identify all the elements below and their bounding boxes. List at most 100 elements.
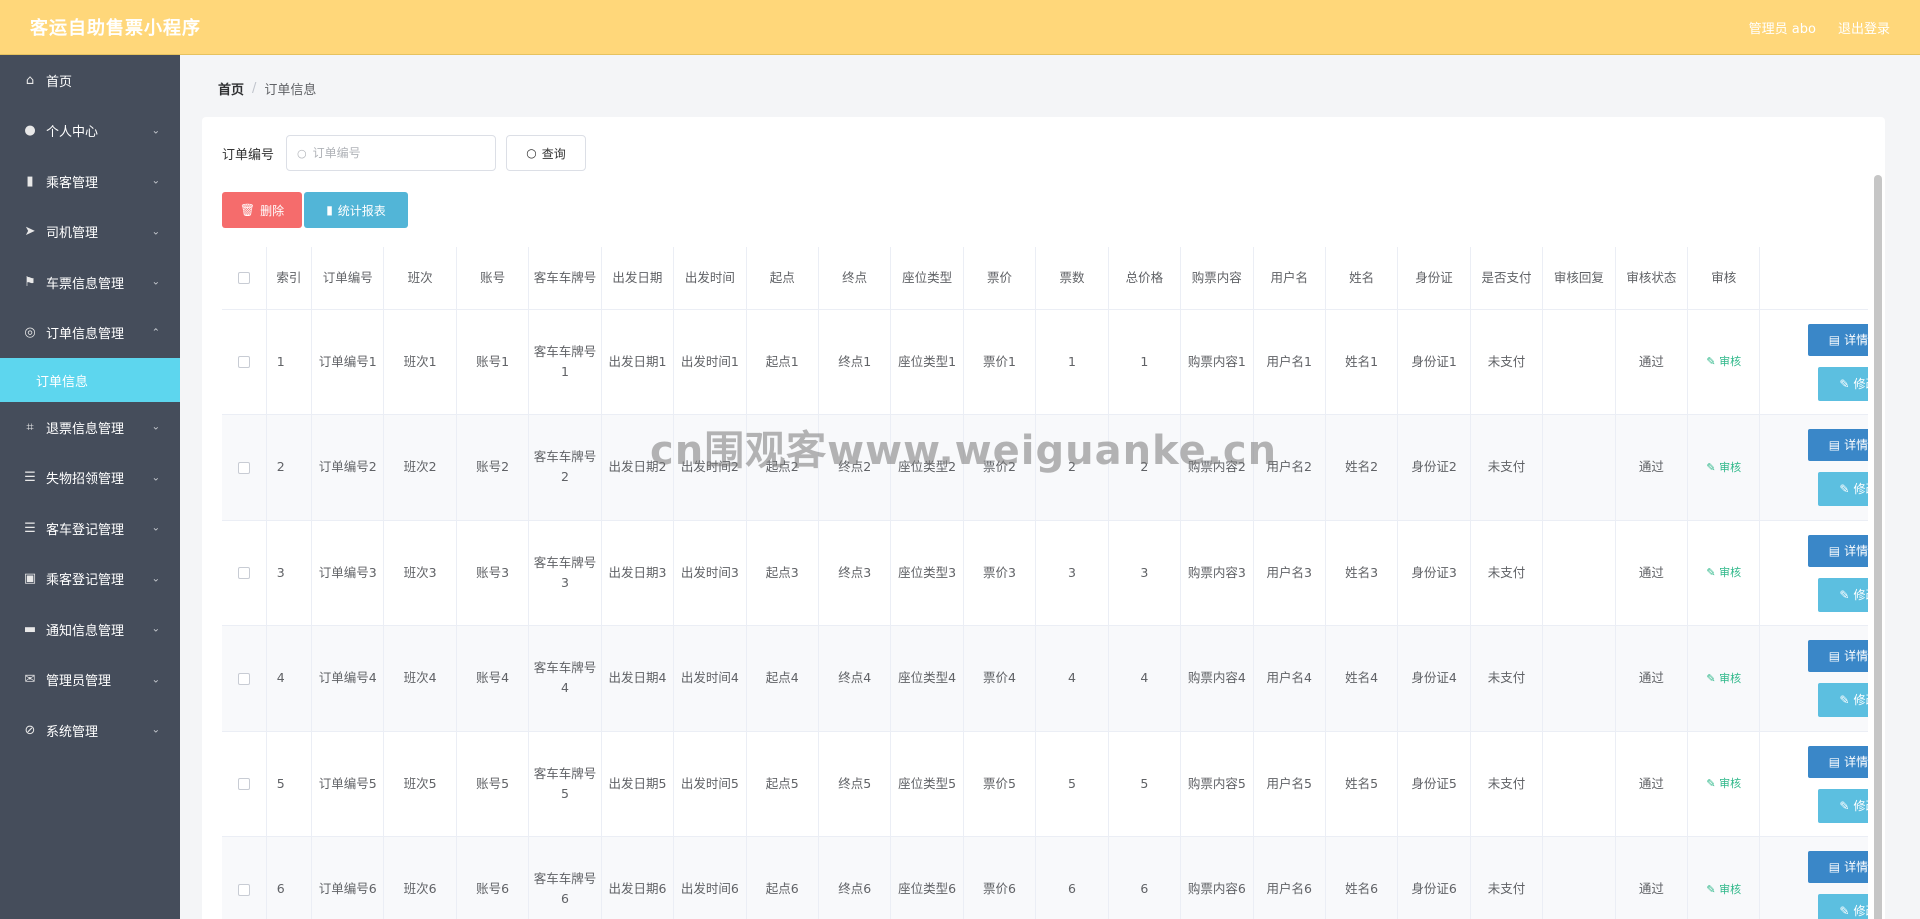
- select-all-checkbox[interactable]: [237, 272, 250, 285]
- column-header: 票数: [1035, 247, 1109, 310]
- detail-button[interactable]: ▤ 详情: [1808, 534, 1868, 567]
- row-select-cell[interactable]: [222, 731, 267, 837]
- table-row: 4 订单编号4 班次4 账号4 客车车牌号4 出发日期4 出发时间4 起点4 终点4 座位类型4 票…: [222, 625, 1868, 732]
- table-cell: 班次4: [383, 625, 457, 732]
- row-checkbox[interactable]: [237, 461, 250, 474]
- table-cell: 起点5: [746, 731, 819, 837]
- audit-link[interactable]: ✎ 审核: [1706, 672, 1741, 685]
- select-all-cell[interactable]: [222, 247, 267, 310]
- table-cell: 出发日期5: [601, 731, 675, 837]
- sidebar-item-system-mgmt[interactable]: ⊘ 系统管理 ⌄: [0, 705, 180, 756]
- row-checkbox[interactable]: [237, 778, 250, 791]
- table-cell: 账号4: [456, 625, 530, 732]
- chevron-down-icon: ⌄: [151, 175, 160, 187]
- row-checkbox[interactable]: [237, 567, 250, 580]
- detail-button[interactable]: ▤ 详情: [1808, 851, 1868, 883]
- row-checkbox[interactable]: [237, 883, 250, 896]
- sidebar-item-ticket-info[interactable]: ⚑ 车票信息管理 ⌄: [0, 257, 180, 308]
- admin-name-link[interactable]: 管理员 abo: [1749, 18, 1816, 37]
- table-cell: 身份证1: [1397, 309, 1471, 415]
- table-cell: 座位类型4: [890, 625, 964, 732]
- row-select-cell[interactable]: [222, 309, 267, 415]
- edit-button[interactable]: ✎修改: [1818, 472, 1868, 506]
- search-label: 订单编号: [222, 147, 275, 163]
- order-number-input[interactable]: [312, 146, 473, 160]
- sidebar-item-notice-info[interactable]: ▬ 通知信息管理 ⌄: [0, 604, 180, 655]
- sidebar-item-passenger-registration[interactable]: ▣ 乘客登记管理 ⌄: [0, 554, 180, 605]
- detail-button[interactable]: ▤ 详情: [1808, 640, 1868, 672]
- audit-link[interactable]: ✎ 审核: [1706, 355, 1741, 368]
- row-select-cell[interactable]: [222, 520, 267, 626]
- table-cell: 终点4: [818, 625, 892, 732]
- query-button[interactable]: ○ 查询: [506, 135, 587, 171]
- audit-link[interactable]: ✎ 审核: [1706, 461, 1741, 474]
- row-select-cell[interactable]: [222, 625, 267, 732]
- table-cell: 6: [1035, 836, 1109, 919]
- sidebar-item-order-info[interactable]: ◎ 订单信息管理 ⌃: [0, 308, 180, 359]
- row-select-cell[interactable]: [222, 414, 267, 521]
- edit-button[interactable]: ✎修改: [1818, 894, 1868, 919]
- table-cell: 用户名5: [1253, 731, 1326, 837]
- audit-link[interactable]: ✎ 审核: [1706, 777, 1741, 790]
- vertical-scrollbar[interactable]: [1874, 175, 1882, 919]
- document-icon: ▤: [1828, 754, 1841, 769]
- sidebar-item-personal-center[interactable]: ● 个人中心 ⌄: [0, 106, 180, 157]
- sidebar-subitem-order-info[interactable]: 订单信息: [0, 358, 180, 402]
- table-cell: 座位类型2: [890, 414, 964, 521]
- table-cell: 未支付: [1470, 309, 1544, 415]
- bar-chart-icon: ▮: [326, 203, 333, 217]
- sidebar-item-lost-found[interactable]: ☰ 失物招领管理 ⌄: [0, 453, 180, 504]
- sidebar-item-home[interactable]: ⌂ 首页: [0, 55, 180, 106]
- sidebar-item-refund-info[interactable]: ⌗ 退票信息管理 ⌄: [0, 402, 180, 453]
- sidebar-item-driver-mgmt[interactable]: ➤ 司机管理 ⌄: [0, 207, 180, 258]
- table-cell: 购票内容5: [1180, 731, 1254, 837]
- column-header: 座位类型: [890, 247, 964, 310]
- edit-button-label: 修改: [1853, 482, 1868, 496]
- table-cell: 姓名1: [1325, 309, 1399, 415]
- sidebar-item-admin-mgmt[interactable]: ✉ 管理员管理 ⌄: [0, 655, 180, 706]
- table-cell: 3: [1035, 520, 1109, 626]
- table-cell: 座位类型1: [890, 309, 964, 415]
- detail-button-label: 详情: [1844, 649, 1868, 663]
- edit-button[interactable]: ✎修改: [1818, 788, 1868, 823]
- detail-button[interactable]: ▤ 详情: [1808, 745, 1868, 778]
- detail-button[interactable]: ▤ 详情: [1808, 429, 1868, 461]
- delete-button[interactable]: 🗑 删除: [222, 192, 302, 228]
- table-cell: 未支付: [1470, 625, 1544, 732]
- stats-report-button[interactable]: ▮ 统计报表: [304, 192, 408, 228]
- detail-button[interactable]: ▤ 详情: [1808, 323, 1868, 356]
- table-cell: [1542, 520, 1616, 626]
- logout-link[interactable]: 退出登录: [1838, 18, 1890, 37]
- table-cell: 3: [266, 520, 313, 626]
- table-cell: 购票内容3: [1180, 520, 1254, 626]
- audit-link[interactable]: ✎ 审核: [1706, 566, 1741, 579]
- row-select-cell[interactable]: [222, 836, 267, 919]
- edit-button[interactable]: ✎修改: [1818, 683, 1868, 717]
- audit-link-label: 审核: [1719, 460, 1742, 474]
- audit-link[interactable]: ✎ 审核: [1706, 883, 1741, 896]
- row-checkbox[interactable]: [237, 672, 250, 685]
- sidebar-item-passenger-mgmt[interactable]: ▮ 乘客管理 ⌄: [0, 156, 180, 207]
- audit-link-label: 审核: [1719, 355, 1742, 369]
- sidebar-item-bus-registration[interactable]: ☰ 客车登记管理 ⌄: [0, 503, 180, 554]
- chevron-down-icon: ⌄: [151, 125, 160, 137]
- table-cell: 姓名2: [1325, 414, 1399, 521]
- table-cell: 客车车牌号4: [528, 625, 602, 732]
- row-checkbox[interactable]: [237, 356, 250, 369]
- edit-button[interactable]: ✎修改: [1818, 577, 1868, 612]
- edit-button[interactable]: ✎修改: [1818, 366, 1868, 401]
- table-cell: 身份证5: [1397, 731, 1471, 837]
- detail-button-label: 详情: [1844, 543, 1868, 558]
- table-cell: 姓名6: [1325, 836, 1399, 919]
- column-header-operations: [1759, 247, 1868, 310]
- search-icon: ○: [297, 146, 307, 160]
- audit-link-label: 审核: [1719, 671, 1742, 685]
- table-cell: 1: [1035, 309, 1109, 415]
- column-header: 起点: [746, 247, 819, 310]
- table-cell: 票价1: [963, 309, 1037, 415]
- table-cell: 终点5: [818, 731, 892, 837]
- sidebar-item-label: 管理员管理: [46, 674, 112, 690]
- breadcrumb-home[interactable]: 首页: [218, 79, 244, 98]
- table-cell: 班次2: [383, 414, 457, 521]
- table-cell: 购票内容1: [1180, 309, 1254, 415]
